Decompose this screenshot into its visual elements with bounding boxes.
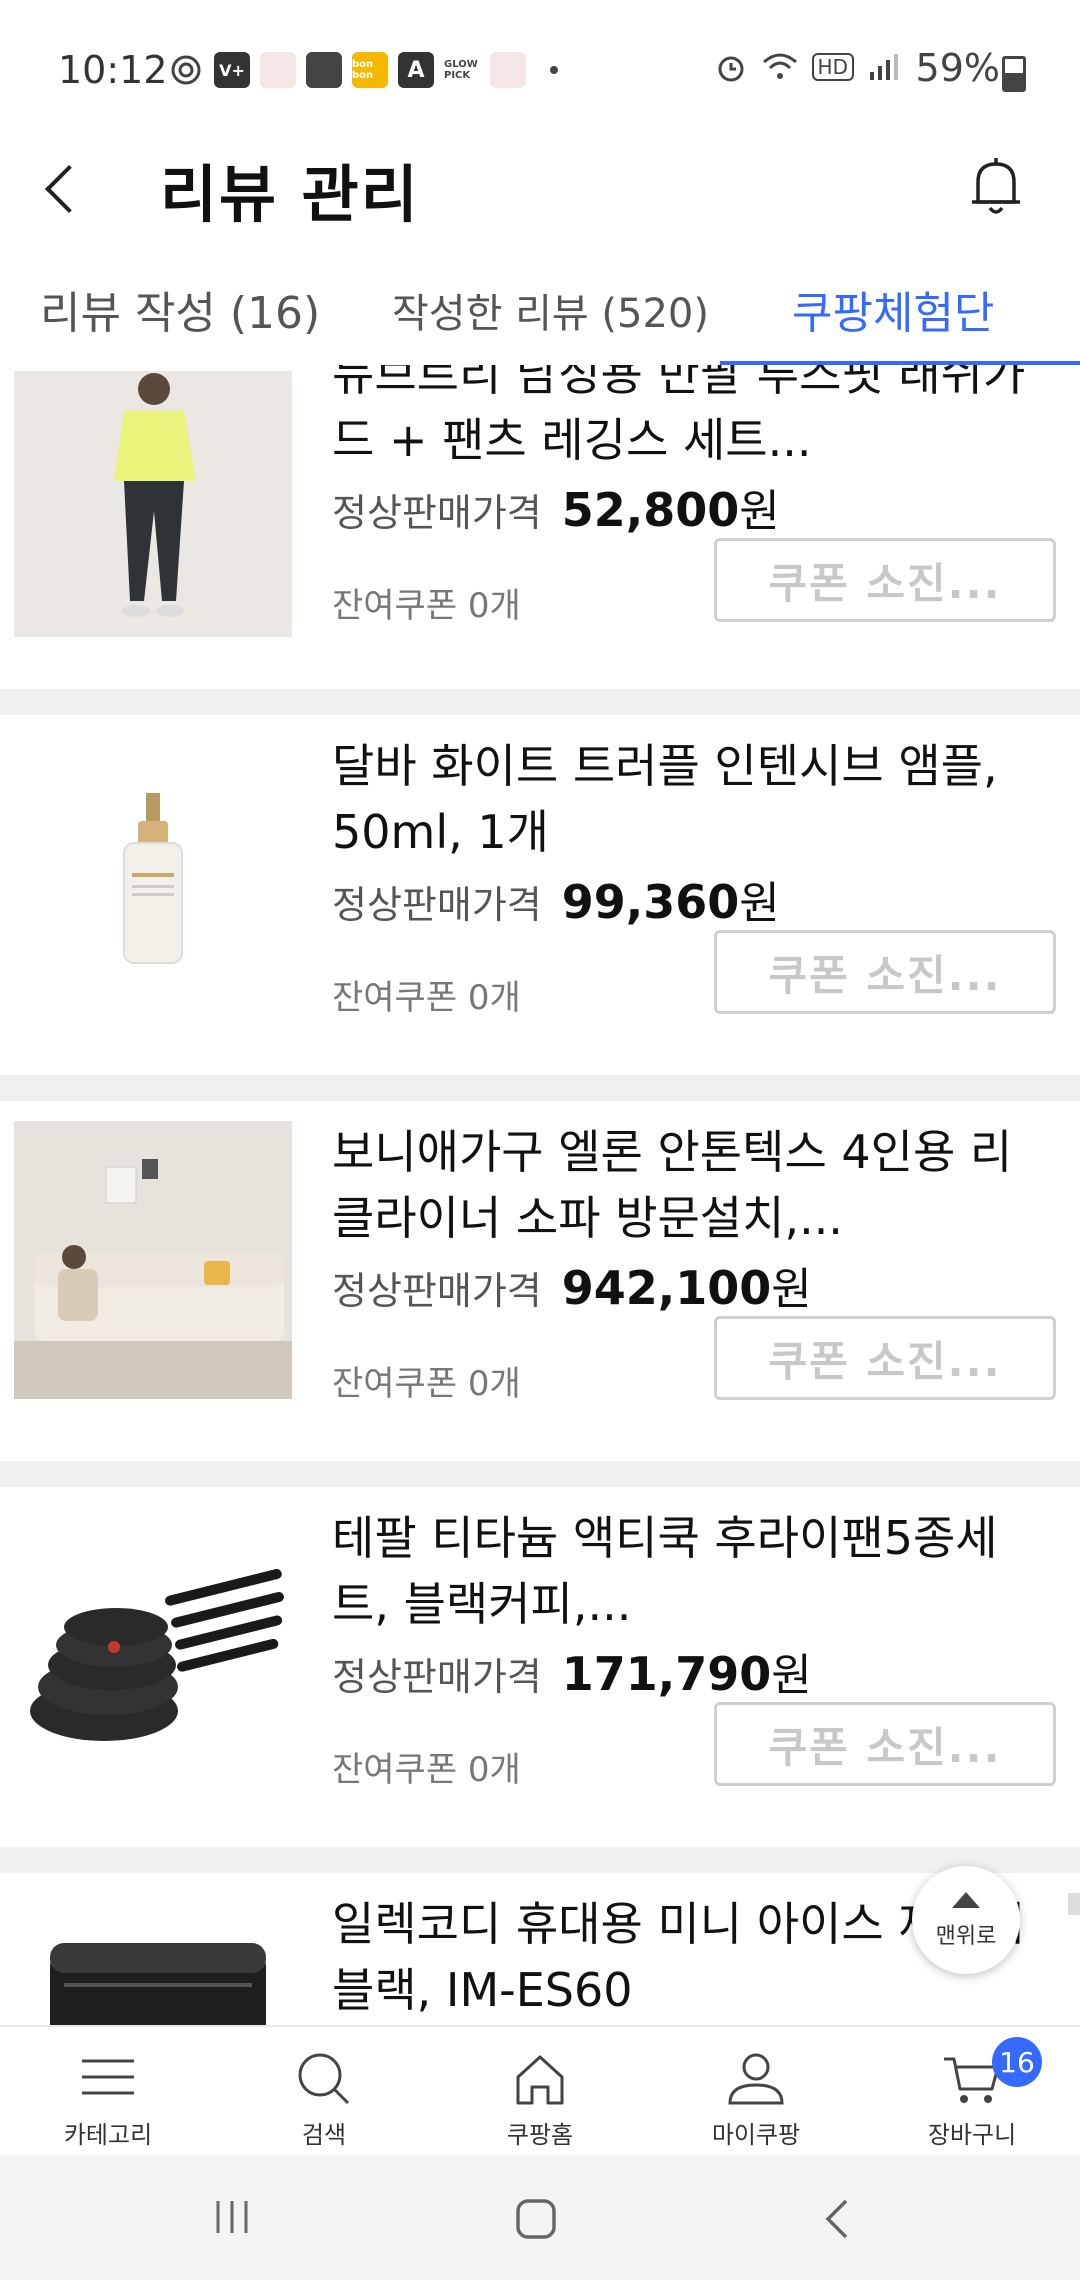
notification-bell-icon[interactable] — [956, 146, 1036, 226]
product-image[interactable] — [14, 1893, 292, 2025]
list-item[interactable]: 테팔 티타늄 액티쿡 후라이팬5종세트, 블랙커피,... 정상판매가격 171… — [0, 1487, 1080, 1847]
remaining-coupons: 잔여쿠폰 0개 — [332, 1364, 521, 1404]
product-price: 171,790 — [561, 1647, 772, 1701]
app-notif-icon — [260, 52, 296, 88]
product-price: 942,100 — [561, 1261, 772, 1315]
cart-count-badge: 16 — [992, 2037, 1042, 2087]
settings-cog-notif-icon — [168, 52, 204, 88]
vplus-icon: V+ — [214, 52, 250, 88]
product-name[interactable]: 테팔 티타늄 액티쿡 후라이팬5종세트, 블랙커피,... — [332, 1505, 1052, 1637]
signal-icon — [870, 54, 898, 80]
divider — [0, 1075, 1080, 1101]
person-icon — [728, 2053, 784, 2105]
currency-unit: 원 — [739, 878, 780, 929]
product-list: 뉴브트리 남성용 반팔 루즈핏 래쉬가드 + 팬츠 레깅스 세트... 정상판매… — [0, 365, 1080, 2025]
wifi-icon — [762, 53, 797, 79]
nav-label: 검색 — [301, 2121, 347, 2149]
arrow-up-icon — [952, 1892, 980, 1908]
search-icon — [298, 2053, 350, 2105]
list-item[interactable]: 달바 화이트 트러플 인텐시브 앰플, 50ml, 1개 정상판매가격 99,3… — [0, 715, 1080, 1075]
product-name[interactable]: 보니애가구 엘론 안톤텍스 4인용 리클라이너 소파 방문설치,... — [332, 1119, 1052, 1251]
price-row: 정상판매가격 99,360원 — [332, 867, 780, 931]
product-price: 99,360 — [561, 875, 740, 929]
nav-search[interactable]: 검색 — [216, 2027, 432, 2157]
nav-home[interactable]: 쿠팡홈 — [432, 2027, 648, 2157]
divider — [0, 1461, 1080, 1487]
recent-apps-icon[interactable] — [210, 2195, 254, 2239]
price-label: 정상판매가격 — [332, 1269, 542, 1313]
nav-label: 쿠팡홈 — [506, 2121, 574, 2149]
divider — [0, 1847, 1080, 1873]
divider — [0, 689, 1080, 715]
battery-icon — [1002, 56, 1026, 92]
price-row: 정상판매가격 171,790원 — [332, 1639, 812, 1703]
battery-percent: 59% — [915, 46, 1000, 90]
product-image[interactable] — [14, 371, 292, 637]
remaining-coupons: 잔여쿠폰 0개 — [332, 586, 521, 626]
remaining-coupons: 잔여쿠폰 0개 — [332, 1750, 521, 1790]
coupon-exhausted-button[interactable]: 쿠폰 소진... — [714, 930, 1056, 1014]
tab-written-reviews[interactable]: 작성한 리뷰 (520) — [392, 281, 709, 339]
app-notif-icon-2 — [490, 52, 526, 88]
coupon-exhausted-button[interactable]: 쿠폰 소진... — [714, 1316, 1056, 1400]
coupon-exhausted-button[interactable]: 쿠폰 소진... — [714, 538, 1056, 622]
product-name[interactable]: 달바 화이트 트러플 인텐시브 앰플, 50ml, 1개 — [332, 733, 1052, 865]
app-header: 리뷰 관리 — [0, 130, 1080, 250]
shopping-bag-icon — [306, 52, 342, 88]
nav-label: 마이쿠팡 — [711, 2121, 801, 2149]
price-row: 정상판매가격 52,800원 — [332, 475, 780, 539]
scrollbar-thumb[interactable] — [1068, 1893, 1080, 1915]
bonbon-icon: bon bon — [352, 52, 388, 88]
system-nav-bar — [0, 2155, 1080, 2280]
a-app-icon: A — [398, 52, 434, 88]
status-bar: 10:12 V+ bon bon A GLOW PICK HD 59% — [0, 0, 1080, 130]
nav-category[interactable]: 카테고리 — [0, 2027, 216, 2157]
product-image[interactable] — [14, 735, 292, 1013]
status-time: 10:12 — [58, 48, 168, 92]
price-label: 정상판매가격 — [332, 883, 542, 927]
home-icon — [516, 2055, 564, 2105]
glowpick-icon: GLOW PICK — [444, 59, 478, 81]
scroll-to-top-button[interactable]: 맨위로 — [912, 1866, 1020, 1974]
back-button[interactable] — [30, 150, 110, 230]
menu-icon — [82, 2059, 134, 2095]
price-row: 정상판매가격 942,100원 — [332, 1253, 812, 1317]
hd-icon: HD — [811, 53, 854, 81]
product-image[interactable] — [14, 1507, 292, 1785]
nav-cart[interactable]: 16 장바구니 — [864, 2027, 1080, 2157]
more-dot-icon — [550, 66, 558, 74]
currency-unit: 원 — [739, 486, 780, 537]
currency-unit: 원 — [771, 1264, 812, 1315]
product-image[interactable] — [14, 1121, 292, 1399]
product-price: 52,800 — [561, 483, 740, 537]
bottom-nav: 카테고리 검색 쿠팡홈 마이쿠팡 16 장바구니 — [0, 2025, 1080, 2157]
alarm-icon — [718, 56, 744, 82]
price-label: 정상판매가격 — [332, 491, 542, 535]
product-name[interactable]: 뉴브트리 남성용 반팔 루즈핏 래쉬가드 + 팬츠 레깅스 세트... — [332, 365, 1052, 473]
review-tabs: 리뷰 작성 (16) 작성한 리뷰 (520) 쿠팡체험단 — [0, 255, 1080, 369]
list-item[interactable]: 보니애가구 엘론 안톤텍스 4인용 리클라이너 소파 방문설치,... 정상판매… — [0, 1101, 1080, 1461]
remaining-coupons: 잔여쿠폰 0개 — [332, 978, 521, 1018]
nav-my-coupang[interactable]: 마이쿠팡 — [648, 2027, 864, 2157]
page-title: 리뷰 관리 — [160, 158, 420, 231]
currency-unit: 원 — [771, 1650, 812, 1701]
price-label: 정상판매가격 — [332, 1655, 542, 1699]
system-icons: HD — [714, 50, 900, 84]
scroll-to-top-label: 맨위로 — [935, 1924, 997, 1949]
list-item[interactable]: 뉴브트리 남성용 반팔 루즈핏 래쉬가드 + 팬츠 레깅스 세트... 정상판매… — [0, 365, 1080, 683]
home-nav-icon[interactable] — [512, 2195, 560, 2243]
nav-label: 장바구니 — [927, 2121, 1017, 2149]
back-nav-icon[interactable] — [818, 2195, 858, 2243]
coupon-exhausted-button[interactable]: 쿠폰 소진... — [714, 1702, 1056, 1786]
tab-write-review[interactable]: 리뷰 작성 (16) — [40, 277, 320, 341]
notification-icons: V+ bon bon A GLOW PICK — [168, 50, 558, 90]
nav-label: 카테고리 — [63, 2121, 153, 2149]
tab-coupang-trial[interactable]: 쿠팡체험단 — [792, 277, 994, 341]
